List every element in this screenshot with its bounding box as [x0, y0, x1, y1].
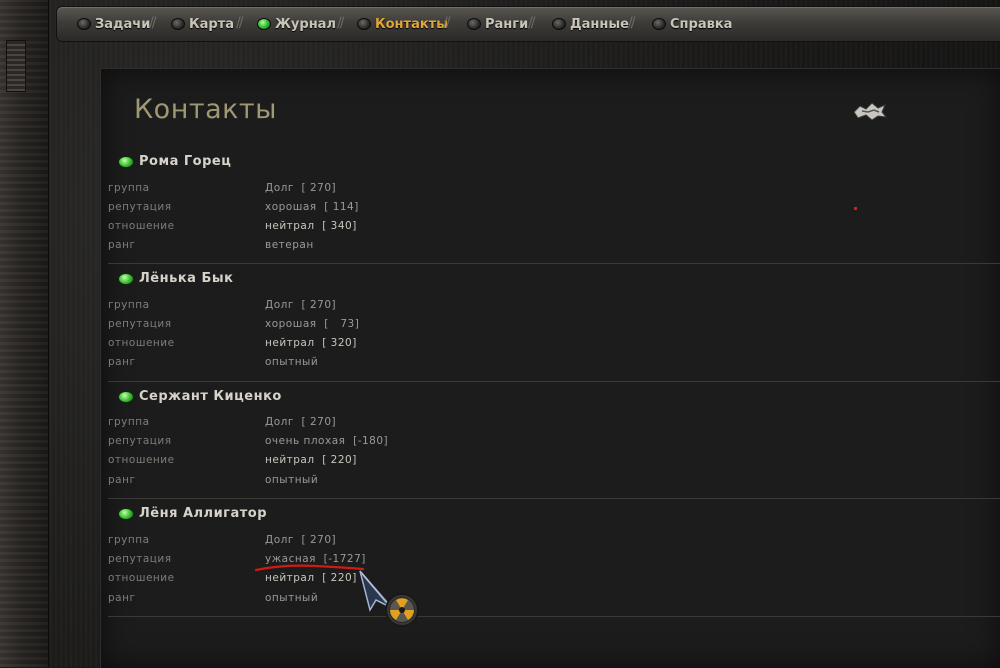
field-value: Долг [ 270] [265, 299, 337, 311]
tab-separator: // [528, 15, 536, 31]
contact-group-row: группа Долг [ 270] [108, 182, 508, 200]
tab-map[interactable]: Карта [171, 15, 234, 33]
contact-attitude-row: отношение нейтрал [ 220] [108, 572, 508, 590]
field-value: Долг [ 270] [265, 182, 337, 194]
contact-rank-row: ранг опытный [108, 356, 508, 374]
contact-name: Сержант Киценко [139, 389, 282, 404]
field-label: репутация [108, 435, 172, 447]
tab-led-icon [467, 18, 481, 30]
field-value: Долг [ 270] [265, 416, 337, 428]
contact-header: Рома Горец [118, 154, 231, 169]
field-label: репутация [108, 318, 172, 330]
contact-name: Рома Горец [139, 154, 232, 169]
tab-separator: // [628, 15, 636, 31]
contact-group-row: группа Долг [ 270] [108, 534, 508, 552]
tab-separator: // [149, 15, 157, 31]
red-underline-annotation [255, 564, 365, 572]
tab-label: Ранги [485, 16, 529, 32]
contact-rank-row: ранг опытный [108, 592, 508, 610]
field-label: отношение [108, 337, 175, 349]
field-label: репутация [108, 553, 172, 565]
tab-led-icon [652, 18, 666, 30]
tab-separator: // [236, 15, 244, 31]
field-label: отношение [108, 572, 175, 584]
field-label: ранг [108, 239, 136, 251]
field-value: хорошая [ 73] [265, 318, 360, 330]
tab-led-icon [77, 18, 91, 30]
tab-separator: // [443, 15, 451, 31]
tab-led-icon [552, 18, 566, 30]
tab-label: Контакты [375, 16, 448, 32]
rail-notch [6, 40, 26, 92]
contact-divider [108, 498, 1000, 499]
tab-help[interactable]: Справка [652, 15, 732, 33]
tab-separator: // [337, 15, 345, 31]
contact-entry[interactable]: Сержант Киценко группа Долг [ 270] репут… [108, 389, 1000, 499]
contact-attitude-row: отношение нейтрал [ 340] [108, 220, 508, 238]
left-frame-rail [0, 0, 49, 667]
field-label: группа [108, 416, 150, 428]
field-label: группа [108, 534, 150, 546]
pda-tab-bar: Задачи // Карта // Журнал // Контакты //… [56, 6, 1000, 42]
tab-journal[interactable]: Журнал [257, 15, 336, 33]
contact-name: Лёнька Бык [139, 271, 234, 286]
tab-data[interactable]: Данные [552, 15, 629, 33]
field-label: ранг [108, 592, 136, 604]
contact-entry[interactable]: Рома Горец группа Долг [ 270] репутация … [108, 154, 1000, 264]
tab-label: Справка [670, 16, 733, 32]
field-value: ветеран [265, 239, 314, 251]
tab-label: Данные [570, 16, 629, 32]
tab-tasks[interactable]: Задачи [77, 15, 150, 33]
field-value: опытный [265, 592, 319, 604]
field-label: ранг [108, 474, 136, 486]
tab-ranks[interactable]: Ранги [467, 15, 528, 33]
contact-rank-row: ранг опытный [108, 474, 508, 492]
field-value: нейтрал [ 320] [265, 337, 357, 349]
field-label: группа [108, 299, 150, 311]
field-value: опытный [265, 474, 319, 486]
tab-led-icon [357, 18, 371, 30]
contact-header: Лёня Аллигатор [118, 506, 267, 521]
status-gem-icon [118, 507, 134, 520]
status-gem-icon [118, 155, 134, 168]
field-value: очень плохая [-180] [265, 435, 389, 447]
tab-led-icon [171, 18, 185, 30]
status-gem-icon [118, 390, 134, 403]
contact-name: Лёня Аллигатор [139, 506, 268, 521]
tab-label: Карта [189, 16, 235, 32]
contact-reputation-row: репутация хорошая [ 73] [108, 318, 508, 336]
contact-group-row: группа Долг [ 270] [108, 416, 508, 434]
tab-label: Задачи [95, 16, 151, 32]
tab-label: Журнал [275, 16, 336, 32]
contact-entry[interactable]: Лёня Аллигатор группа Долг [ 270] репута… [108, 506, 1000, 618]
contact-reputation-row: репутация очень плохая [-180] [108, 435, 508, 453]
contact-attitude-row: отношение нейтрал [ 320] [108, 337, 508, 355]
contact-rank-row: ранг ветеран [108, 239, 508, 257]
field-label: репутация [108, 201, 172, 213]
contact-divider [108, 263, 1000, 264]
field-value: нейтрал [ 340] [265, 220, 357, 232]
tab-contacts[interactable]: Контакты [357, 15, 448, 33]
page-title: Контакты [134, 94, 277, 125]
field-label: группа [108, 182, 150, 194]
contact-attitude-row: отношение нейтрал [ 220] [108, 454, 508, 472]
contact-reputation-row: репутация хорошая [ 114] [108, 201, 508, 219]
contact-entry[interactable]: Лёнька Бык группа Долг [ 270] репутация … [108, 271, 1000, 382]
contact-header: Сержант Киценко [118, 389, 282, 404]
field-value: Долг [ 270] [265, 534, 337, 546]
field-label: отношение [108, 454, 175, 466]
tab-led-green-icon [257, 18, 271, 30]
field-value: хорошая [ 114] [265, 201, 359, 213]
contact-divider [108, 381, 1000, 382]
field-label: отношение [108, 220, 175, 232]
field-value: опытный [265, 356, 319, 368]
contact-divider [108, 616, 1000, 617]
close-icon[interactable] [852, 100, 888, 122]
radiation-cursor-icon [359, 570, 419, 627]
field-value: нейтрал [ 220] [265, 454, 357, 466]
contact-group-row: группа Долг [ 270] [108, 299, 508, 317]
contact-header: Лёнька Бык [118, 271, 233, 286]
status-gem-icon [118, 272, 134, 285]
field-label: ранг [108, 356, 136, 368]
